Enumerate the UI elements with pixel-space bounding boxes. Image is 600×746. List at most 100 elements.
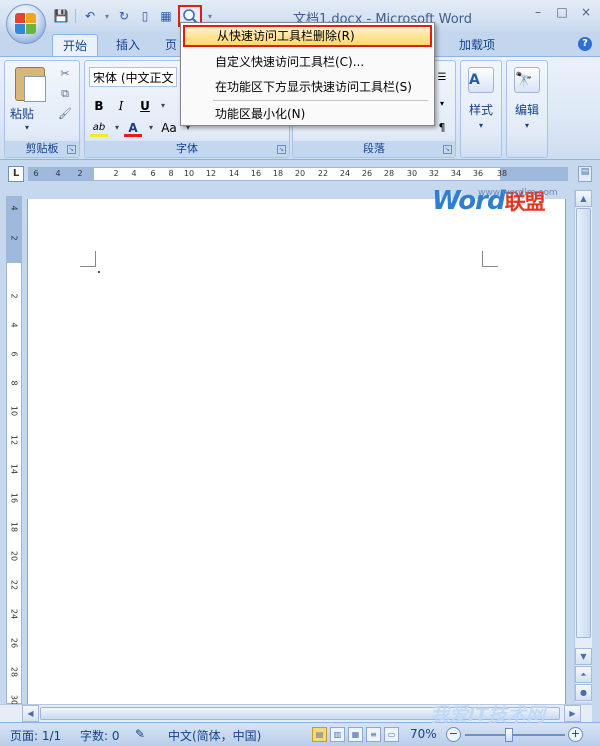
tab-page-layout[interactable]: 页 — [160, 34, 182, 56]
help-icon[interactable]: ? — [578, 37, 592, 51]
menu-item-customize-qat[interactable]: 自定义快速访问工具栏(C)... — [183, 51, 432, 73]
cut-icon[interactable]: ✂ — [57, 67, 73, 83]
crop-mark-top-right — [482, 251, 498, 267]
zoom-slider-track[interactable] — [465, 734, 565, 736]
ruler-number: 2 — [113, 169, 119, 178]
view-ruler-icon[interactable]: ▤ — [578, 166, 592, 182]
styles-icon[interactable]: A — [468, 67, 494, 93]
font-name-combo[interactable]: 宋体 (中文正文 — [89, 67, 177, 87]
tab-insert[interactable]: 插入 — [106, 34, 150, 56]
undo-dropdown-icon[interactable]: ▾ — [102, 7, 112, 25]
qat-separator — [75, 9, 76, 23]
vertical-ruler-numbers: 4 2 2 4 6 8 10 12 14 16 18 20 22 24 26 2… — [6, 196, 22, 705]
ruler-number: 22 — [317, 169, 329, 178]
table-icon[interactable]: ▦ — [157, 7, 175, 25]
web-layout-icon[interactable]: ▦ — [348, 727, 363, 742]
status-bar: 页面: 1/1 字数: 0 ✎ 中文(简体，中国) ▤ ▥ ▦ ≡ ▭ 70% … — [0, 722, 600, 746]
show-formatting-icon[interactable]: ¶ — [433, 119, 451, 137]
font-color-button[interactable]: A — [124, 119, 142, 137]
binoculars-icon[interactable]: 🔭 — [514, 67, 540, 93]
underline-dropdown-icon[interactable]: ▾ — [154, 97, 172, 115]
vertical-scroll-thumb[interactable] — [576, 208, 591, 638]
editing-dropdown-icon[interactable]: ▾ — [507, 121, 547, 130]
ruler-number: 12 — [9, 434, 19, 446]
ruler-number: 34 — [450, 169, 462, 178]
menu-item-show-qat-below[interactable]: 在功能区下方显示快速访问工具栏(S) — [183, 76, 432, 98]
select-browse-object-icon[interactable]: ● — [575, 684, 592, 701]
word-count[interactable]: 字数: 0 — [80, 727, 120, 744]
tab-add-ins[interactable]: 加载项 — [448, 34, 506, 56]
zoom-level[interactable]: 70% — [410, 727, 437, 741]
new-document-icon[interactable]: ▯ — [136, 7, 154, 25]
document-page[interactable] — [27, 199, 566, 709]
scroll-right-icon[interactable]: ▶ — [564, 705, 581, 722]
office-logo-icon — [15, 13, 37, 35]
page-count[interactable]: 页面: 1/1 — [10, 727, 61, 744]
office-button[interactable] — [6, 4, 46, 44]
ruler-number: 18 — [9, 521, 19, 533]
ruler-number: 24 — [9, 608, 19, 620]
ruler-number: 26 — [361, 169, 373, 178]
ruler-number: 18 — [272, 169, 284, 178]
proofing-icon[interactable]: ✎ — [135, 727, 145, 741]
zoom-slider-thumb[interactable] — [505, 728, 513, 742]
highlight-button[interactable]: ab — [90, 119, 108, 137]
paste-icon[interactable] — [15, 67, 46, 102]
bold-button[interactable]: B — [90, 97, 108, 115]
paragraph-launcher-icon[interactable]: ↘ — [443, 145, 452, 154]
clipboard-group: 粘贴 ▾ ✂ ⧉ 🖌 剪贴板 ↘ — [4, 60, 80, 158]
ruler-number: 8 — [9, 380, 19, 386]
ruler-number: 32 — [428, 169, 440, 178]
ruler-number: 2 — [9, 235, 19, 241]
tab-home[interactable]: 开始 — [52, 34, 98, 56]
ruler-number: 2 — [77, 169, 83, 178]
font-launcher-icon[interactable]: ↘ — [277, 145, 286, 154]
zoom-out-button[interactable]: − — [446, 727, 461, 742]
horizontal-scroll-thumb[interactable] — [40, 707, 560, 720]
ruler-number: 14 — [228, 169, 240, 178]
editing-button-label[interactable]: 编辑 — [507, 101, 547, 118]
scroll-up-icon[interactable]: ▲ — [575, 190, 592, 207]
window-controls: – □ × — [530, 4, 594, 20]
ruler-number: 20 — [9, 550, 19, 562]
ruler-number: 12 — [205, 169, 217, 178]
paragraph-group-label: 段落 — [293, 141, 455, 157]
horizontal-scrollbar[interactable]: ◀ ▶ — [0, 704, 592, 722]
underline-button[interactable]: U — [136, 97, 154, 115]
qat-context-menu: 从快速访问工具栏删除(R) 自定义快速访问工具栏(C)... 在功能区下方显示快… — [180, 22, 435, 126]
full-screen-reading-icon[interactable]: ▥ — [330, 727, 345, 742]
print-layout-view-icon[interactable]: ▤ — [312, 727, 327, 742]
ruler-number: 20 — [294, 169, 306, 178]
change-case-button[interactable]: Aa — [158, 119, 180, 137]
language-indicator[interactable]: 中文(简体，中国) — [168, 727, 261, 744]
paste-dropdown-icon[interactable]: ▾ — [25, 123, 29, 132]
styles-dropdown-icon[interactable]: ▾ — [461, 121, 501, 130]
format-painter-icon[interactable]: 🖌 — [57, 107, 73, 123]
menu-item-remove-from-qat[interactable]: 从快速访问工具栏删除(R) — [183, 25, 432, 47]
copy-icon[interactable]: ⧉ — [57, 87, 73, 103]
paste-button-label[interactable]: 粘贴 — [10, 105, 34, 122]
undo-icon[interactable]: ↶ — [81, 7, 99, 25]
scroll-left-icon[interactable]: ◀ — [22, 705, 39, 722]
scroll-down-icon[interactable]: ▼ — [575, 648, 592, 665]
zoom-in-button[interactable]: + — [568, 727, 583, 742]
outline-view-icon[interactable]: ≡ — [366, 727, 381, 742]
ruler-number: 16 — [9, 492, 19, 504]
draft-view-icon[interactable]: ▭ — [384, 727, 399, 742]
maximize-button[interactable]: □ — [554, 4, 570, 20]
vertical-scrollbar[interactable]: ▲ ▼ ⏶ ● — [574, 190, 592, 702]
ruler-number: 4 — [9, 205, 19, 211]
save-icon[interactable]: 💾 — [52, 7, 70, 25]
horizontal-ruler-numbers: 6 4 2 2 4 6 8 10 12 14 16 18 20 22 24 26… — [28, 167, 568, 181]
line-spacing-dropdown-icon[interactable]: ▾ — [433, 95, 451, 113]
italic-button[interactable]: I — [112, 97, 130, 115]
prev-page-icon[interactable]: ⏶ — [575, 666, 592, 683]
redo-icon[interactable]: ↻ — [115, 7, 133, 25]
clipboard-launcher-icon[interactable]: ↘ — [67, 145, 76, 154]
close-button[interactable]: × — [578, 4, 594, 20]
align-icon[interactable]: ☰ — [433, 69, 451, 87]
tab-selector-icon[interactable]: L — [8, 166, 24, 182]
minimize-button[interactable]: – — [530, 4, 546, 20]
styles-button-label[interactable]: 样式 — [461, 101, 501, 118]
menu-item-minimize-ribbon[interactable]: 功能区最小化(N) — [183, 103, 432, 125]
